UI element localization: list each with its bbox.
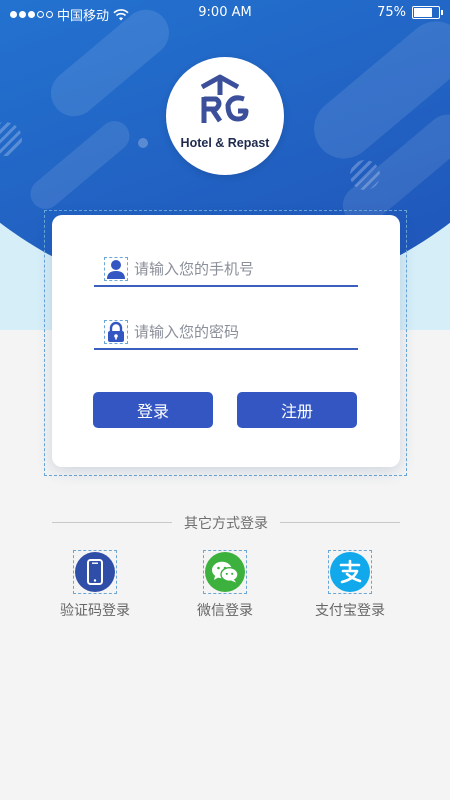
battery-percent: 75% (377, 5, 406, 20)
status-bar: 中国移动 9:00 AM 75% (0, 0, 450, 26)
sms-code-login-option[interactable]: 验证码登录 (40, 550, 150, 620)
brand-logo: Hotel & Repast (166, 57, 284, 175)
login-button[interactable]: 登录 (93, 392, 213, 428)
sms-login-label: 验证码登录 (60, 603, 130, 619)
battery-icon (412, 6, 443, 19)
alt-login-divider: 其它方式登录 (52, 512, 400, 532)
phone-icon[interactable] (75, 552, 115, 592)
brand-name: Hotel & Repast (180, 136, 270, 150)
decor-striped-circle (350, 160, 380, 190)
phone-input[interactable] (134, 253, 354, 285)
battery-fill (414, 8, 432, 17)
alipay-login-icon-frame (328, 550, 372, 594)
lock-icon (104, 320, 128, 344)
hrg-cube-logo-icon (200, 74, 249, 123)
login-card: 登录 注册 (52, 215, 400, 467)
user-icon (104, 257, 128, 281)
status-bar-right: 75% (377, 5, 443, 20)
wechat-login-icon-frame (203, 550, 247, 594)
alipay-icon[interactable] (330, 552, 370, 592)
alipay-login-label: 支付宝登录 (315, 603, 385, 619)
password-input[interactable] (134, 316, 354, 348)
alt-login-title: 其它方式登录 (184, 516, 268, 532)
phone-field[interactable] (94, 253, 358, 287)
register-button[interactable]: 注册 (237, 392, 357, 428)
wechat-icon[interactable] (205, 552, 245, 592)
decor-dot (138, 138, 148, 148)
divider-line-right (280, 522, 400, 523)
password-field[interactable] (94, 316, 358, 350)
wechat-login-option[interactable]: 微信登录 (170, 550, 280, 620)
wechat-login-label: 微信登录 (197, 603, 253, 619)
alipay-login-option[interactable]: 支付宝登录 (295, 550, 405, 620)
sms-login-icon-frame (73, 550, 117, 594)
